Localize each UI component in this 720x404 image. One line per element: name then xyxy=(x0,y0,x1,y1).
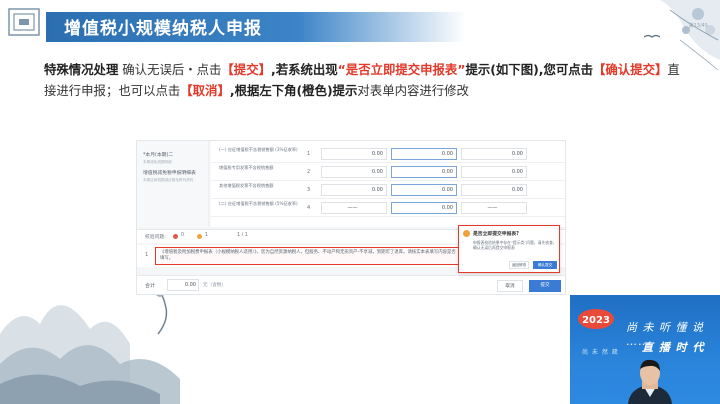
table-row: (二) 应征增值税不含税销售额 (5%征收率) 4 —— 0.00 —— xyxy=(211,199,565,217)
cancel-button[interactable]: 取消 xyxy=(497,280,523,292)
bird-icon xyxy=(644,34,660,38)
instruction-text: 特殊情况处理 确认无误后・点击【提交】,若系统出现“是否立即提交申报表”提示(如… xyxy=(44,62,680,98)
validation-label: 校验问题: xyxy=(145,235,166,240)
warning-count[interactable]: 1 xyxy=(205,233,208,238)
form-footer: 合计 0.00 元（含税） 取消 提交 xyxy=(137,275,565,294)
table-row: 其他增值税发票不含税销售额 3 0.00 0.00 0.00 xyxy=(211,181,565,199)
return-modify-button[interactable]: 返回修改 xyxy=(509,261,529,269)
confirm-submit-dialog: 是否立即提交申报表? 申报表校验结果中存在“提示类”问题，请先核查，确认无误后再… xyxy=(458,225,560,273)
video-inset: 2023 尚 未 听 懂 说 …… 直 播 时 代 尚 未 然 疏 xyxy=(570,295,720,404)
logo-icon: 2023 xyxy=(578,309,614,329)
dialog-body: 申报表校验结果中存在“提示类”问题，请先核查，确认无误后再提交申报表 xyxy=(473,240,557,250)
page-number: 第13/45 xyxy=(688,23,708,29)
warning-dot-icon xyxy=(197,234,202,239)
slogan-left: 尚 未 然 疏 xyxy=(582,349,619,356)
svg-text:2023: 2023 xyxy=(582,315,610,326)
sidebar-item[interactable]: 增值税减免税申报明细表 本期应纳税额减征额及附列资料 xyxy=(143,171,205,183)
total-label: 合计 xyxy=(145,283,156,289)
sidebar-item[interactable]: *本月(本期)二 本期减免税额明细 xyxy=(143,153,205,165)
error-dot-icon xyxy=(173,234,178,239)
error-count[interactable]: 0 xyxy=(181,233,184,238)
dialog-title: 是否立即提交申报表? xyxy=(473,232,519,237)
submit-button[interactable]: 提交 xyxy=(529,280,561,292)
pager[interactable]: 1 / 1 xyxy=(237,233,248,238)
total-unit: 元（含税） xyxy=(203,283,226,288)
confirm-submit-button[interactable]: 确认提交 xyxy=(533,261,557,269)
table-row: (一) 应征增值税不含税销售额 (3%征收率) 1 0.00 0.00 0.00 xyxy=(211,145,565,163)
sidebar: *本月(本期)二 本期减免税额明细 增值税减免税申报明细表 本期应纳税额减征额及… xyxy=(137,141,209,227)
form-table: (一) 应征增值税不含税销售额 (3%征收率) 1 0.00 0.00 0.00… xyxy=(211,141,565,227)
warning-icon xyxy=(463,230,470,237)
table-row: 增值税专用发票不含税销售额 2 0.00 0.00 0.00 xyxy=(211,163,565,181)
slogan-line-2: 直 播 时 代 xyxy=(642,341,705,354)
instruction-heading: 特殊情况处理 xyxy=(44,62,119,77)
page-title: 增值税小规模纳税人申报 xyxy=(64,19,262,39)
validation-message[interactable]: 《增值税及附加税费申报表（小规模纳税人适用）》，您为自然资源纳税人，但服务、不动… xyxy=(155,247,465,265)
total-amount: 0.00 xyxy=(167,279,199,291)
corner-ornament-icon xyxy=(8,8,40,36)
presenter-avatar xyxy=(628,359,672,404)
